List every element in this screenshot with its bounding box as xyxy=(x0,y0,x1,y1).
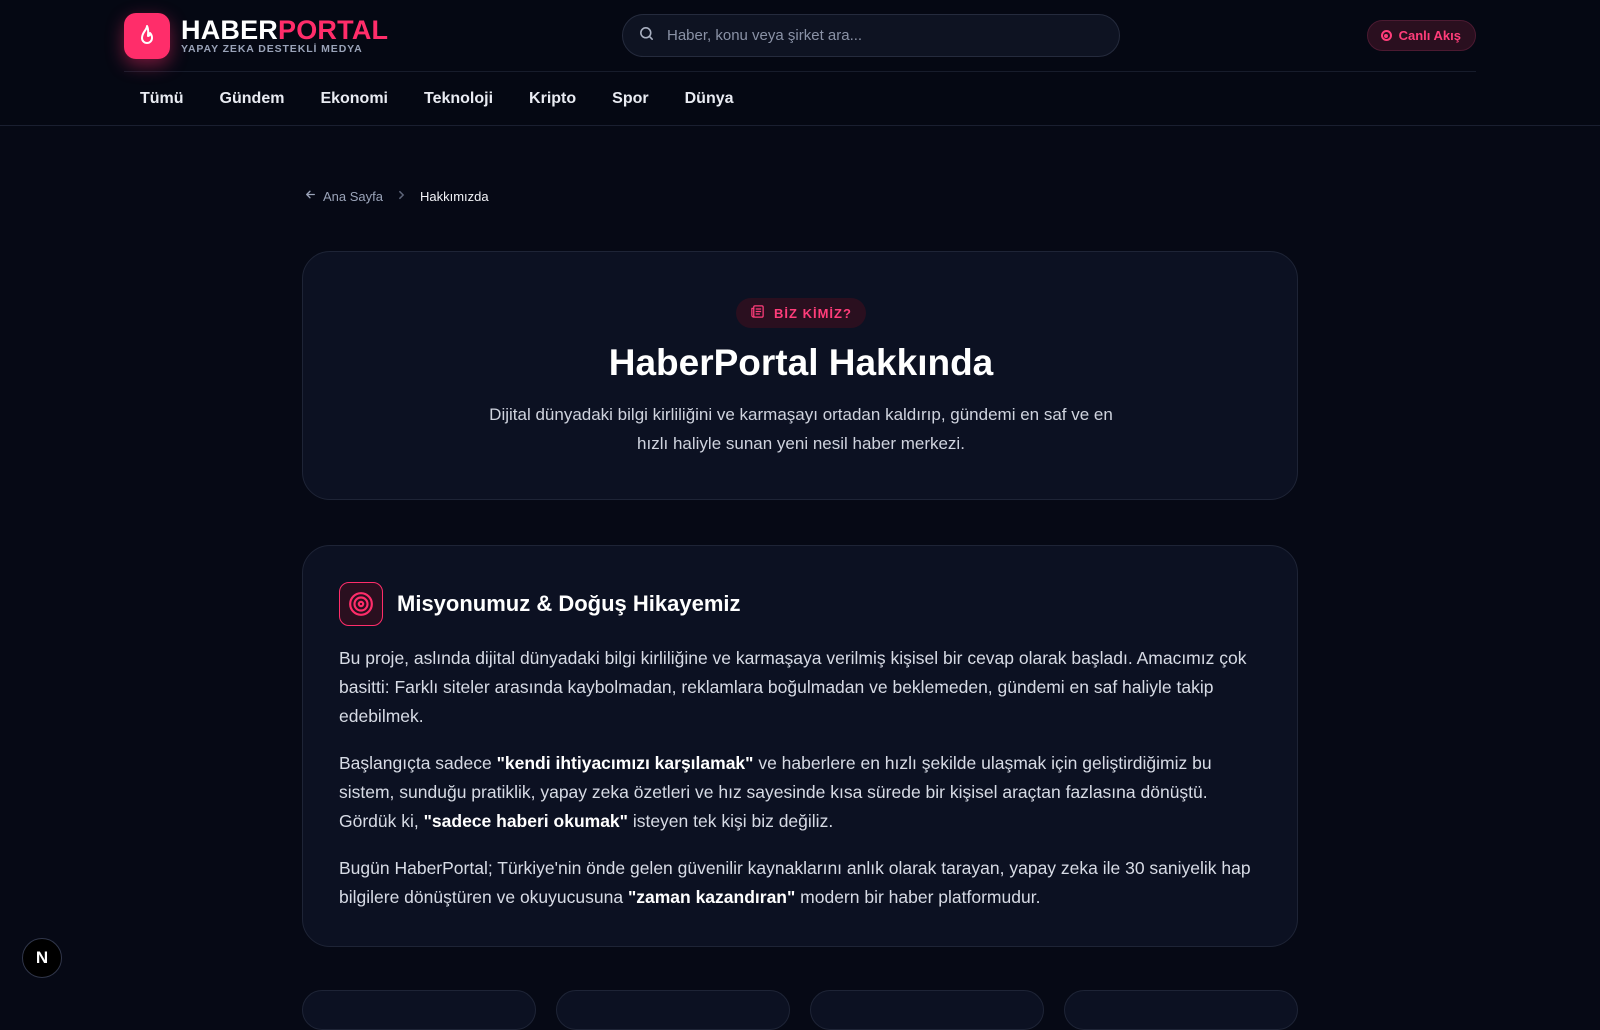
site-logo[interactable]: HABERPORTAL YAPAY ZEKA DESTEKLİ MEDYA xyxy=(124,13,388,59)
mission-paragraph-1: Bu proje, aslında dijital dünyadaki bilg… xyxy=(339,648,1247,726)
about-hero-card: BİZ KİMİZ? HaberPortal Hakkında Dijital … xyxy=(302,251,1298,500)
search-icon xyxy=(638,25,655,47)
breadcrumb-home-link[interactable]: Ana Sayfa xyxy=(304,188,383,204)
nav-item-ekonomi[interactable]: Ekonomi xyxy=(304,90,408,108)
category-nav: Tümü Gündem Ekonomi Teknoloji Kripto Spo… xyxy=(124,72,754,126)
hero-badge: BİZ KİMİZ? xyxy=(736,298,866,328)
flame-logo-icon xyxy=(124,13,170,59)
search-bar[interactable] xyxy=(622,14,1120,57)
search-input[interactable] xyxy=(667,27,1067,44)
header-top-bar: HABERPORTAL YAPAY ZEKA DESTEKLİ MEDYA Ca… xyxy=(124,0,1476,72)
feature-cards-row xyxy=(302,990,1298,1030)
mission-paragraph-3: Bugün HaberPortal; Türkiye'nin önde gele… xyxy=(339,858,1251,907)
chevron-right-icon xyxy=(397,189,406,203)
feature-card xyxy=(302,990,536,1030)
nav-item-spor[interactable]: Spor xyxy=(596,90,668,108)
mission-card: Misyonumuz & Doğuş Hikayemiz Bu proje, a… xyxy=(302,545,1298,947)
page-title: HaberPortal Hakkında xyxy=(608,342,994,383)
site-header: HABERPORTAL YAPAY ZEKA DESTEKLİ MEDYA Ca… xyxy=(0,0,1600,126)
nav-item-gundem[interactable]: Gündem xyxy=(204,90,305,108)
dev-tools-button[interactable]: N xyxy=(22,938,62,978)
nav-item-kripto[interactable]: Kripto xyxy=(513,90,596,108)
mission-paragraph-2: Başlangıçta sadece "kendi ihtiyacımızı k… xyxy=(339,753,1212,831)
logo-wordmark: HABERPORTAL xyxy=(181,14,389,45)
feature-card xyxy=(556,990,790,1030)
page-subtitle: Dijital dünyadaki bilgi kirliliğini ve k… xyxy=(489,405,1113,453)
breadcrumb: Ana Sayfa Hakkımızda xyxy=(304,188,489,204)
newspaper-icon xyxy=(750,304,765,322)
live-feed-label: Canlı Akış xyxy=(1398,28,1461,43)
arrow-left-icon xyxy=(304,188,317,204)
live-feed-button[interactable]: Canlı Akış xyxy=(1366,20,1476,51)
nav-item-dunya[interactable]: Dünya xyxy=(669,90,754,108)
feature-card xyxy=(1064,990,1298,1030)
live-dot-icon xyxy=(1380,30,1392,41)
feature-card xyxy=(810,990,1044,1030)
breadcrumb-current: Hakkımızda xyxy=(420,188,489,204)
nav-item-teknoloji[interactable]: Teknoloji xyxy=(408,90,513,108)
hero-badge-label: BİZ KİMİZ? xyxy=(774,305,852,321)
target-icon xyxy=(339,582,383,626)
nav-item-tumu[interactable]: Tümü xyxy=(124,90,204,108)
mission-title: Misyonumuz & Doğuş Hikayemiz xyxy=(397,591,741,616)
logo-tagline: YAPAY ZEKA DESTEKLİ MEDYA xyxy=(181,42,363,55)
breadcrumb-home-label: Ana Sayfa xyxy=(323,188,383,204)
mission-body: Bu proje, aslında dijital dünyadaki bilg… xyxy=(339,644,1269,930)
